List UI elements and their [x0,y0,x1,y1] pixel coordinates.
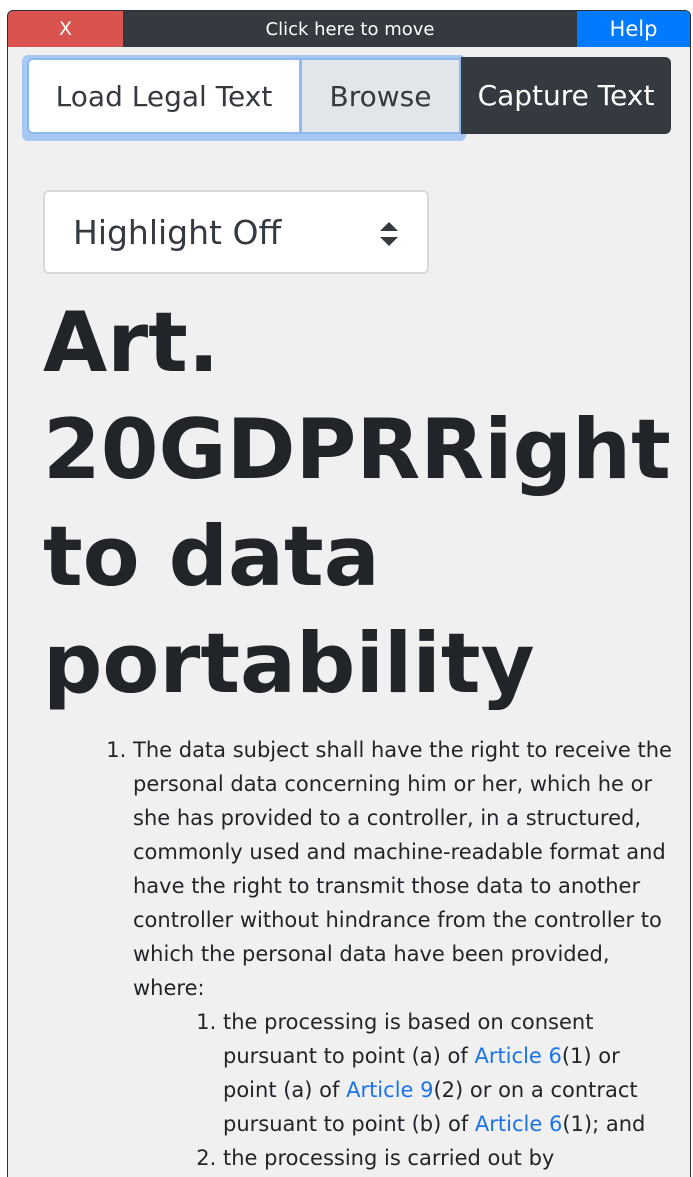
sub-item-text: (1); and [562,1112,646,1136]
highlight-select-value: Highlight Off [73,212,282,252]
load-legal-text-button[interactable]: Load Legal Text [27,58,301,134]
article-paragraphs: The data subject shall have the right to… [8,733,690,1177]
highlight-select[interactable]: Highlight Off [43,190,429,274]
help-button[interactable]: Help [577,11,690,47]
title-bar: X Click here to move Help [8,11,690,47]
capture-text-button[interactable]: Capture Text [461,57,671,134]
paragraph-text: The data subject shall have the right to… [133,738,672,1000]
article-6-link[interactable]: Article 6 [474,1044,561,1068]
list-item: the processing is based on consent pursu… [223,1005,672,1141]
select-arrows-icon [380,222,398,246]
close-button[interactable]: X [8,11,123,47]
article-6-link[interactable]: Article 6 [475,1112,562,1136]
browse-button[interactable]: Browse [301,58,461,134]
sub-item-text: the processing is carried out by automat… [223,1146,555,1170]
move-handle[interactable]: Click here to move [123,11,577,47]
article-title: Art. 20GDPRRight to data portability [43,294,671,712]
sub-list: the processing is based on consent pursu… [133,1005,672,1177]
list-item: the processing is carried out by automat… [223,1141,672,1177]
list-item: The data subject shall have the right to… [133,733,672,1177]
legal-text-panel: X Click here to move Help Load Legal Tex… [7,10,691,1177]
article-body: The data subject shall have the right to… [8,733,690,1177]
article-9-link[interactable]: Article 9 [346,1078,433,1102]
